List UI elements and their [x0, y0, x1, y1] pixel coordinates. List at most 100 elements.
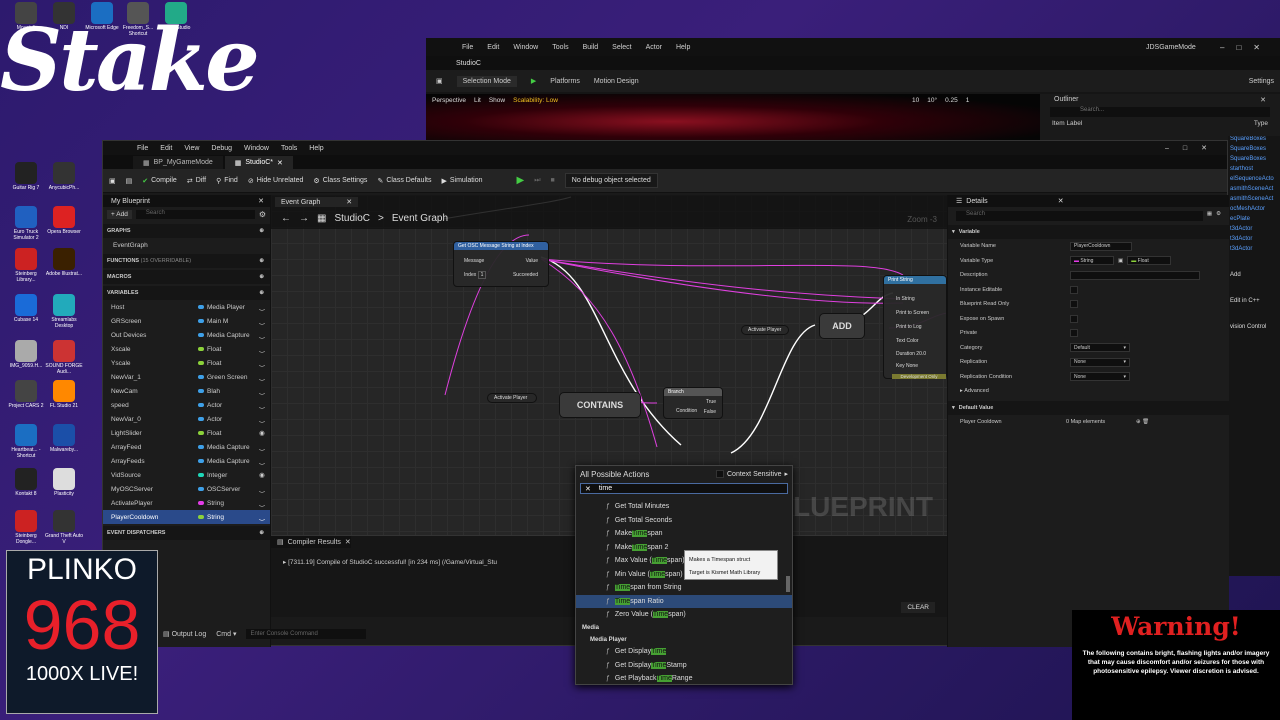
duration-value[interactable]: 20.0	[916, 351, 926, 357]
pin-key[interactable]: Key None	[896, 363, 918, 369]
variable-row[interactable]: LightSlider Float ◉	[103, 426, 270, 440]
value-type-select[interactable]: ▬ Float	[1127, 256, 1172, 266]
action-item[interactable]: ƒ Get Display Time Stamp	[576, 659, 792, 673]
expand-icon[interactable]: ▸	[283, 559, 286, 566]
outliner-type-item[interactable]: starthost	[1228, 166, 1280, 176]
desktop-icon[interactable]: Kontakt 8	[6, 468, 46, 497]
key-value[interactable]: None	[906, 363, 918, 369]
hide-unrelated-button[interactable]: ⊘ Hide Unrelated	[248, 177, 304, 185]
bp-window-controls[interactable]: –□✕	[1165, 144, 1221, 152]
pin-false[interactable]: False	[704, 409, 716, 415]
outliner-search[interactable]: Search...	[1050, 107, 1270, 117]
class-settings-button[interactable]: ⚙ Class Settings	[313, 177, 367, 185]
add-icon[interactable]: ⊕	[259, 228, 264, 234]
eye-closed-icon[interactable]: ‿	[258, 401, 266, 409]
eye-closed-icon[interactable]: ‿	[258, 303, 266, 311]
play-icon[interactable]: ▶	[531, 77, 536, 85]
action-item[interactable]: ƒ Get Total Seconds	[576, 514, 792, 528]
event-graph-item[interactable]: EventGraph	[103, 238, 270, 252]
item-label-column[interactable]: Item Label	[1052, 120, 1082, 127]
eye-closed-icon[interactable]: ‿	[258, 345, 266, 353]
description-field[interactable]	[1070, 270, 1200, 280]
eye-closed-icon[interactable]: ‿	[258, 387, 266, 395]
clear-button[interactable]: CLEAR	[901, 602, 935, 613]
add-node[interactable]: ADD	[819, 313, 865, 339]
checkbox[interactable]	[1070, 300, 1078, 309]
variable-row[interactable]: MyOSCServer OSCServer ‿	[103, 482, 270, 496]
category-media[interactable]: Media	[576, 622, 792, 636]
action-item[interactable]: ƒ Get Display Time	[576, 645, 792, 659]
desktop-icon[interactable]: Freedom_S... Shortcut	[118, 2, 158, 37]
level-viewport[interactable]: Perspective Lit Show Scalability: Low 10…	[426, 94, 1040, 140]
platforms-dropdown[interactable]: Platforms	[550, 78, 580, 85]
variable-row[interactable]: GRScreen Main M ‿	[103, 314, 270, 328]
bg-menu-help[interactable]: Help	[676, 44, 690, 51]
grid-snap[interactable]: 10	[912, 97, 919, 104]
action-item[interactable]: ƒ Time span from String	[576, 581, 792, 595]
add-icon[interactable]: ⊕	[259, 274, 264, 280]
variable-type[interactable]: Green Screen	[198, 374, 258, 381]
contains-node[interactable]: CONTAINS	[559, 392, 641, 418]
context-sensitive-checkbox[interactable]	[716, 470, 724, 478]
container-type-icon[interactable]: ▣	[1118, 258, 1123, 264]
gear-icon[interactable]: ⚙	[1216, 211, 1221, 221]
osc-get-string-node[interactable]: Get OSC Message String at Index Message …	[453, 241, 549, 287]
selection-mode-dropdown[interactable]: Selection Mode	[456, 75, 517, 87]
add-icon[interactable]: ⊕	[259, 530, 264, 536]
action-item[interactable]: ƒ Get Total Minutes	[576, 500, 792, 514]
variable-row[interactable]: ArrayFeeds Media Capture ‿	[103, 454, 270, 468]
variable-row[interactable]: NewVar_0 Actor ‿	[103, 412, 270, 426]
variable-type[interactable]: Float	[198, 346, 258, 353]
variable-type[interactable]: String	[198, 500, 258, 507]
select-dropdown[interactable]: None ▾	[1070, 372, 1130, 382]
tab-studioc[interactable]: ▦ StudioC* ✕	[224, 156, 293, 169]
checkbox[interactable]	[1070, 329, 1078, 338]
eye-closed-icon[interactable]: ‿	[258, 331, 266, 339]
browse-icon[interactable]: ▤	[126, 177, 133, 185]
variable-row[interactable]: Yscale Float ‿	[103, 356, 270, 370]
camera-speed[interactable]: 1	[966, 97, 970, 104]
outliner-type-item[interactable]: asmithSceneAct	[1228, 196, 1280, 206]
graphs-section[interactable]: GRAPHS ⊕	[103, 224, 270, 238]
variable-type[interactable]: Media Capture	[198, 444, 258, 451]
eye-closed-icon[interactable]: ‿	[258, 359, 266, 367]
desktop-icon[interactable]: AnycubicPh...	[44, 162, 84, 191]
eye-closed-icon[interactable]: ‿	[258, 513, 266, 521]
desktop-icon[interactable]: SOUND FORGE Audi...	[44, 340, 84, 375]
add-button[interactable]: + Add	[107, 210, 132, 219]
variable-type[interactable]: Media Player	[198, 304, 258, 311]
lit-button[interactable]: Lit	[474, 97, 481, 104]
close-icon[interactable]: ✕	[1260, 96, 1266, 104]
variable-type[interactable]: Main M	[198, 318, 258, 325]
print-string-node[interactable]: Print String In String Print to Screen P…	[883, 275, 947, 379]
close-icon[interactable]: ✕	[1058, 197, 1064, 205]
stop-icon[interactable]: ■	[551, 177, 555, 184]
desktop-icon[interactable]: Microsoft Edge	[82, 2, 122, 31]
pin-index[interactable]: Index 1	[464, 271, 487, 279]
bp-menu-edit[interactable]: Edit	[160, 145, 172, 152]
variable-row[interactable]: ActivatePlayer String ‿	[103, 496, 270, 510]
compile-button[interactable]: ✔ Compile	[142, 177, 177, 185]
eye-closed-icon[interactable]: ‿	[258, 457, 266, 465]
eye-closed-icon[interactable]: ‿	[258, 415, 266, 423]
variable-type[interactable]: Actor	[198, 402, 258, 409]
pin-print-to-log[interactable]: Print to Log	[896, 324, 922, 330]
bg-menu-select[interactable]: Select	[612, 44, 631, 51]
outliner-type-item[interactable]: ecPlate	[1228, 216, 1280, 226]
bp-menu-debug[interactable]: Debug	[211, 145, 232, 152]
activate-player-getter-1[interactable]: Activate Player	[741, 325, 789, 335]
back-arrow-icon[interactable]: ←	[281, 213, 291, 224]
diff-button[interactable]: ⇄ Diff	[187, 177, 206, 185]
debug-object-dropdown[interactable]: No debug object selected	[564, 173, 658, 188]
variable-row[interactable]: NewCam Blah ‿	[103, 384, 270, 398]
activate-player-getter-2[interactable]: Activate Player	[487, 393, 537, 403]
outliner-type-item[interactable]: t3dActor	[1228, 226, 1280, 236]
settings-icon[interactable]: ⚙	[259, 210, 266, 219]
bp-menu-help[interactable]: Help	[309, 145, 323, 152]
play-icon[interactable]: ▶	[517, 175, 525, 186]
scalability-label[interactable]: Scalability: Low	[513, 97, 558, 104]
checkbox[interactable]	[1070, 314, 1078, 323]
index-value[interactable]: 1	[477, 271, 487, 279]
scale-snap[interactable]: 0.25	[945, 97, 958, 104]
desktop-icon[interactable]: FL Studio 21	[44, 380, 84, 409]
